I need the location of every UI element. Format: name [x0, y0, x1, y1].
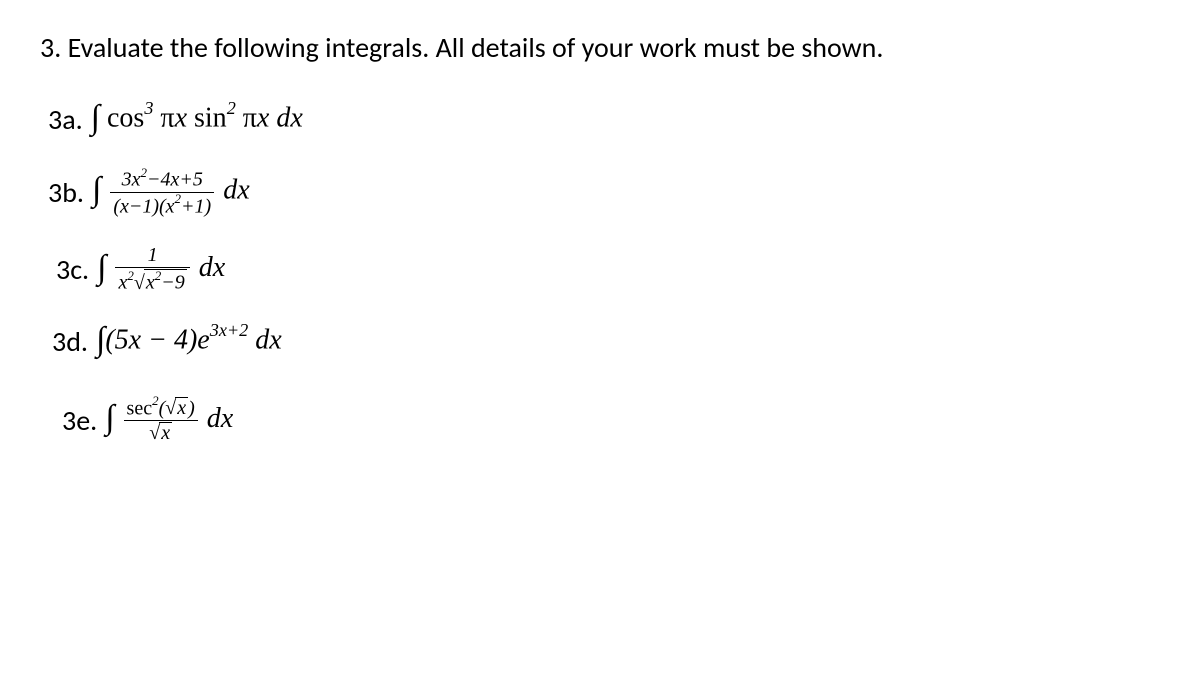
- math-expression-3a: ∫ cos3 πx sin2 πx dx: [91, 100, 303, 139]
- math-expression-3d: ∫(5x − 4)e3x+2 dx: [96, 322, 282, 361]
- subproblem-label: 3b.: [48, 175, 84, 210]
- problem-number: 3.: [40, 30, 61, 65]
- subproblem-label: 3d.: [52, 324, 88, 359]
- subproblem-3c: 3c. ∫ 1 x2x2−9 dx: [56, 245, 1160, 294]
- subproblem-3d: 3d. ∫(5x − 4)e3x+2 dx: [52, 322, 1160, 361]
- math-expression-3e: ∫ sec2(x) x dx: [105, 396, 233, 445]
- math-expression-3b: ∫ 3x2−4x+5 (x−1)(x2+1) dx: [92, 167, 250, 217]
- problem-text: Evaluate the following integrals. All de…: [68, 30, 884, 65]
- subproblem-label: 3a.: [48, 102, 83, 137]
- subproblem-label: 3e.: [62, 403, 97, 438]
- problem-statement: 3. Evaluate the following integrals. All…: [40, 30, 1160, 65]
- subproblem-3e: 3e. ∫ sec2(x) x dx: [62, 396, 1160, 445]
- math-expression-3c: ∫ 1 x2x2−9 dx: [97, 245, 225, 294]
- subproblem-label: 3c.: [56, 252, 89, 287]
- subproblem-3b: 3b. ∫ 3x2−4x+5 (x−1)(x2+1) dx: [48, 167, 1160, 217]
- subproblem-3a: 3a. ∫ cos3 πx sin2 πx dx: [48, 100, 1160, 139]
